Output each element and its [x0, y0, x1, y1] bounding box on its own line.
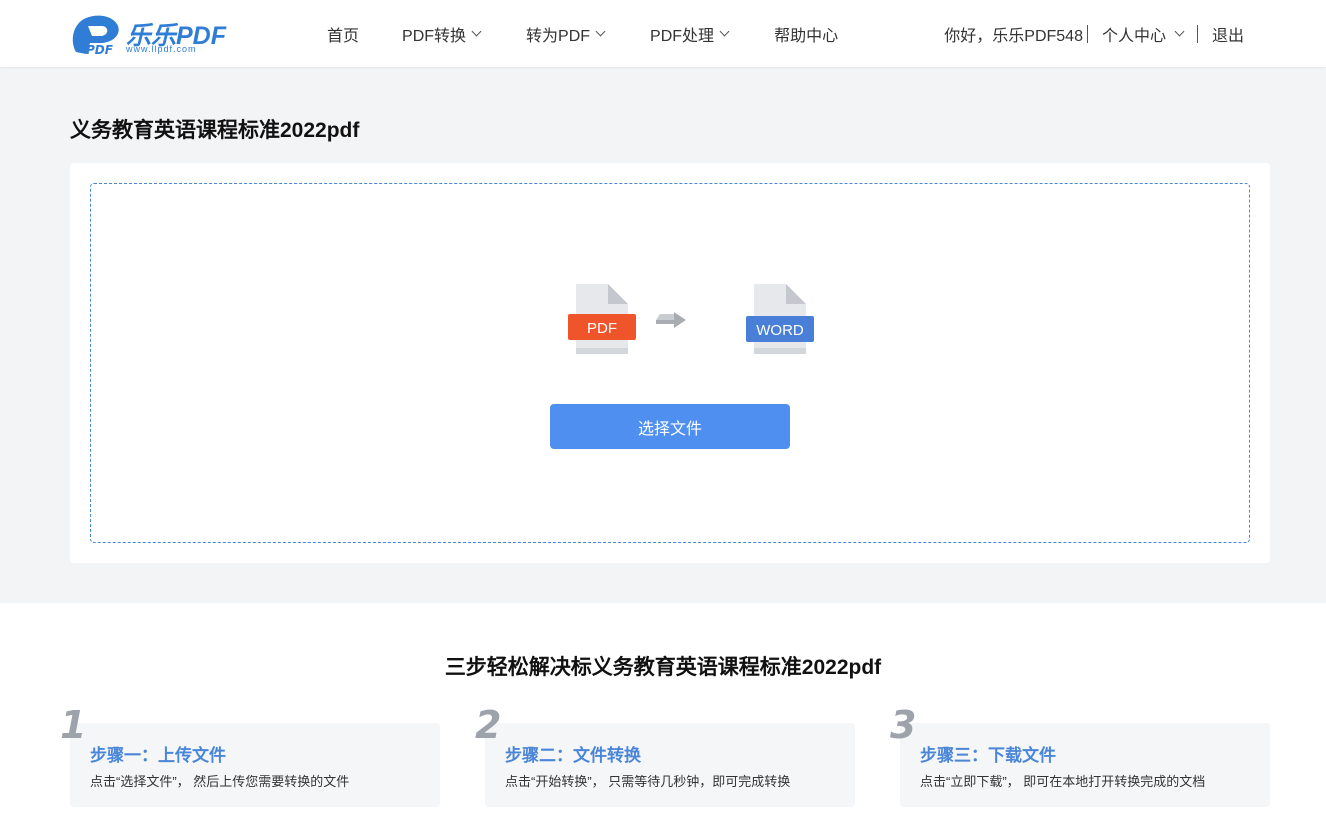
nav-item-help[interactable]: 帮助中心	[774, 22, 838, 46]
chevron-down-icon	[1174, 26, 1185, 37]
step-card-1: 1 步骤一：上传文件 点击“选择文件”， 然后上传您需要转换的文件	[60, 703, 440, 807]
steps-title: 三步轻松解决标义务教育英语课程标准2022pdf	[444, 656, 882, 679]
upload-card: PDF WORD 选择文件	[70, 163, 1270, 563]
select-file-button[interactable]: 选择文件	[550, 404, 790, 449]
nav-item-to-pdf[interactable]: 转为PDF	[526, 22, 606, 46]
user-greeting: 你好，乐乐PDF548	[944, 27, 1083, 45]
pdf-badge-label: PDF	[587, 320, 617, 337]
divider	[1196, 24, 1198, 43]
step-card-3: 3 步骤三：下载文件 点击“立即下载”， 即可在本地打开转换完成的文档	[890, 703, 1270, 807]
pdf-file-icon: PDF	[568, 284, 636, 354]
step-number: 2	[475, 703, 502, 747]
nav-item-home[interactable]: 首页	[327, 22, 359, 46]
chevron-down-icon	[595, 26, 606, 37]
logo-url: www.llpdf.com	[126, 44, 197, 54]
user-center-label: 个人中心	[1101, 27, 1166, 45]
logo-mark-icon: PDF	[72, 15, 119, 56]
nav-label: PDF转换	[402, 27, 467, 45]
site-logo[interactable]: PDF 乐乐PDF www.llpdf.com	[68, 12, 230, 56]
arrow-right-icon	[656, 312, 686, 328]
steps-section: 三步轻松解决标义务教育英语课程标准2022pdf 1 步骤一：上传文件 点击“选…	[0, 603, 1326, 833]
nav-label: PDF处理	[650, 27, 715, 45]
step-title: 步骤一：上传文件	[90, 746, 226, 765]
step-description: 点击“立即下载”， 即可在本地打开转换完成的文档	[920, 774, 1206, 789]
user-center-menu[interactable]: 个人中心	[1101, 22, 1185, 46]
divider	[1086, 24, 1088, 43]
logout-link[interactable]: 退出	[1212, 22, 1244, 46]
nav-label: 帮助中心	[774, 27, 839, 45]
page-title: 义务教育英语课程标准2022pdf	[70, 119, 360, 142]
word-file-icon: WORD	[746, 284, 814, 354]
logo-mark-text: PDF	[86, 43, 114, 56]
step-number: 1	[60, 703, 87, 747]
word-badge-label: WORD	[756, 322, 804, 339]
file-drop-zone[interactable]: PDF WORD 选择文件	[90, 183, 1250, 543]
nav-label: 转为PDF	[526, 27, 591, 45]
nav-item-pdf-convert[interactable]: PDF转换	[402, 22, 482, 46]
main-nav: 首页 PDF转换 转为PDF PDF处理 帮助中心	[300, 0, 884, 67]
user-area: 你好，乐乐PDF548 个人中心 退出	[944, 0, 1244, 67]
nav-label: 首页	[327, 27, 360, 45]
chevron-down-icon	[719, 26, 730, 37]
top-header: PDF 乐乐PDF www.llpdf.com 首页 PDF转换 转为PDF P…	[0, 0, 1326, 67]
step-description: 点击“选择文件”， 然后上传您需要转换的文件	[90, 774, 350, 789]
step-number: 3	[890, 703, 917, 747]
nav-item-pdf-process[interactable]: PDF处理	[650, 22, 730, 46]
step-title: 步骤二：文件转换	[505, 746, 641, 765]
chevron-down-icon	[471, 26, 482, 37]
step-card-2: 2 步骤二：文件转换 点击“开始转换”， 只需等待几秒钟，即可完成转换	[475, 703, 855, 807]
step-description: 点击“开始转换”， 只需等待几秒钟，即可完成转换	[505, 774, 791, 789]
step-title: 步骤三：下载文件	[920, 746, 1056, 765]
